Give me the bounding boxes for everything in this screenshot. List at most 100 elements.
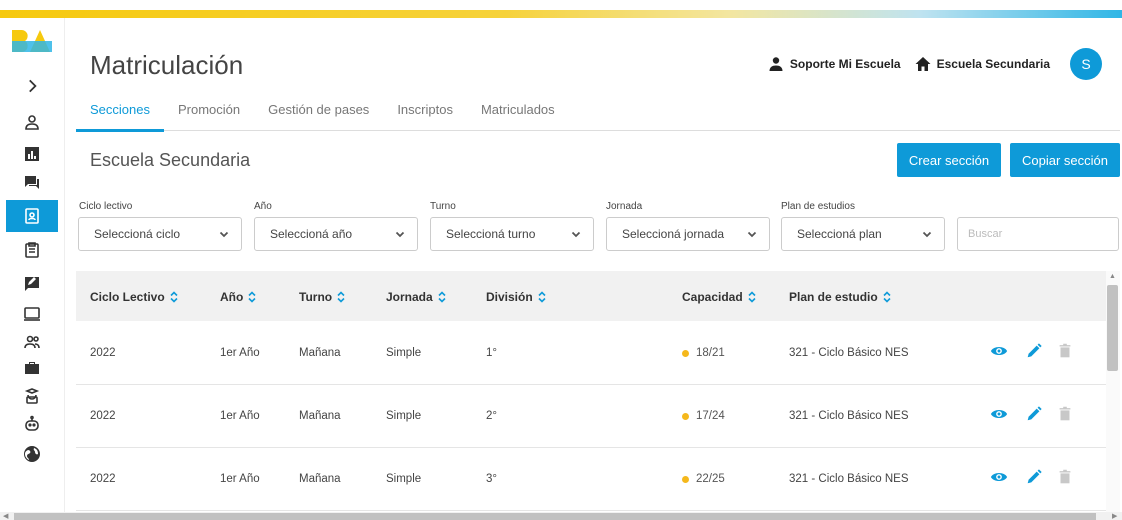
expand-sidebar-icon[interactable] — [20, 74, 44, 98]
column-label: División — [486, 290, 533, 304]
jornada-select[interactable]: Seleccioná jornada — [606, 217, 770, 251]
edit-icon[interactable] — [1024, 341, 1044, 361]
avatar[interactable]: S — [1070, 48, 1102, 80]
tab-bar: Secciones Promoción Gestión de pases Ins… — [76, 98, 1120, 132]
view-icon[interactable] — [989, 467, 1009, 487]
capacity-value: 17/24 — [696, 410, 725, 422]
capacity-status-dot — [682, 475, 689, 483]
sort-icon — [538, 291, 546, 303]
school-link[interactable]: Escuela Secundaria — [937, 57, 1050, 71]
column-turno[interactable]: Turno — [299, 290, 345, 304]
sort-icon — [438, 291, 446, 303]
edit-icon[interactable] — [1024, 404, 1044, 424]
filter-label-plan: Plan de estudios — [781, 201, 855, 212]
scroll-left-arrow[interactable]: ◀ — [3, 512, 8, 520]
user-bar: Soporte Mi Escuela Escuela Secundaria S — [768, 48, 1102, 80]
tab-gestion-de-pases[interactable]: Gestión de pases — [254, 98, 383, 129]
chat-icon[interactable] — [20, 170, 44, 194]
cell-ciclo: 2022 — [90, 410, 116, 422]
tab-secciones[interactable]: Secciones — [76, 98, 164, 132]
cell-plan: 321 - Ciclo Básico NES — [789, 347, 909, 359]
column-label: Plan de estudio — [789, 290, 878, 304]
column-capacidad[interactable]: Capacidad — [682, 290, 756, 304]
briefcase-icon[interactable] — [20, 356, 44, 380]
cell-turno: Mañana — [299, 347, 341, 359]
capacity-status-dot — [682, 349, 689, 357]
sidebar-item-matriculacion[interactable] — [6, 200, 58, 232]
create-section-button[interactable]: Crear sección — [897, 143, 1001, 177]
tab-promocion[interactable]: Promoción — [164, 98, 254, 129]
column-label: Ciclo Lectivo — [90, 290, 165, 304]
person-icon — [769, 57, 783, 71]
cell-anio: 1er Año — [220, 347, 260, 359]
anio-select-value: Seleccioná año — [270, 227, 353, 241]
capacity-status-dot — [682, 412, 689, 420]
chevron-down-icon — [219, 231, 229, 238]
ciclo-select-value: Seleccioná ciclo — [94, 227, 181, 241]
ba-logo[interactable] — [10, 28, 54, 54]
cell-capacidad: 18/21 — [682, 347, 725, 359]
column-label: Turno — [299, 290, 333, 304]
chevron-down-icon — [747, 231, 757, 238]
message-edit-icon[interactable] — [20, 272, 44, 296]
filter-label-turno: Turno — [430, 201, 456, 212]
sections-table: Ciclo Lectivo Año Turno Jornada División… — [76, 271, 1106, 514]
cell-division: 2° — [486, 410, 497, 422]
chevron-down-icon — [395, 231, 405, 238]
edit-icon[interactable] — [1024, 467, 1044, 487]
cell-turno: Mañana — [299, 473, 341, 485]
scroll-right-arrow[interactable]: ▶ — [1112, 512, 1117, 520]
sort-icon — [170, 291, 178, 303]
delete-icon[interactable] — [1055, 467, 1075, 487]
monitor-icon[interactable] — [20, 302, 44, 326]
sort-icon — [337, 291, 345, 303]
id-badge-icon — [25, 208, 39, 224]
sort-icon — [883, 291, 891, 303]
cell-jornada: Simple — [386, 473, 422, 485]
filter-label-jornada: Jornada — [606, 201, 643, 212]
filter-label-anio: Año — [254, 201, 272, 212]
delete-icon[interactable] — [1055, 404, 1075, 424]
delete-icon[interactable] — [1055, 341, 1075, 361]
cell-capacidad: 17/24 — [682, 410, 725, 422]
turno-select[interactable]: Seleccioná turno — [430, 217, 594, 251]
bar-chart-icon[interactable] — [20, 142, 44, 166]
column-division[interactable]: División — [486, 290, 546, 304]
user-icon[interactable] — [20, 110, 44, 134]
top-accent-bar — [0, 10, 1122, 18]
table-header: Ciclo Lectivo Año Turno Jornada División… — [76, 271, 1106, 321]
vertical-scrollbar-thumb[interactable] — [1107, 285, 1118, 371]
student-icon[interactable] — [20, 384, 44, 408]
column-ciclo-lectivo[interactable]: Ciclo Lectivo — [90, 290, 178, 304]
table-row: 2022 1er Año Mañana Simple 3° 22/25 321 … — [76, 447, 1106, 511]
cell-plan: 321 - Ciclo Básico NES — [789, 410, 909, 422]
scroll-up-arrow[interactable]: ▲ — [1109, 273, 1116, 280]
sort-icon — [248, 291, 256, 303]
horizontal-scrollbar-thumb[interactable] — [14, 513, 1096, 520]
ciclo-select[interactable]: Seleccioná ciclo — [78, 217, 242, 251]
column-anio[interactable]: Año — [220, 290, 256, 304]
tab-inscriptos[interactable]: Inscriptos — [383, 98, 467, 129]
globe-icon[interactable] — [20, 442, 44, 466]
table-row: 2022 1er Año Mañana Simple 2° 17/24 321 … — [76, 384, 1106, 448]
turno-select-value: Seleccioná turno — [446, 227, 536, 241]
support-link[interactable]: Soporte Mi Escuela — [790, 57, 901, 71]
tab-matriculados[interactable]: Matriculados — [467, 98, 569, 129]
plan-select[interactable]: Seleccioná plan — [781, 217, 945, 251]
view-icon[interactable] — [989, 341, 1009, 361]
search-input[interactable] — [957, 217, 1119, 251]
capacity-value: 22/25 — [696, 473, 725, 485]
anio-select[interactable]: Seleccioná año — [254, 217, 418, 251]
home-icon — [915, 57, 931, 71]
cell-plan: 321 - Ciclo Básico NES — [789, 473, 909, 485]
clipboard-icon[interactable] — [20, 238, 44, 262]
view-icon[interactable] — [989, 404, 1009, 424]
sort-icon — [748, 291, 756, 303]
column-plan-de-estudio[interactable]: Plan de estudio — [789, 290, 891, 304]
users-icon[interactable] — [20, 330, 44, 354]
robot-icon[interactable] — [20, 412, 44, 436]
column-label: Año — [220, 290, 244, 304]
copy-section-button[interactable]: Copiar sección — [1010, 143, 1120, 177]
column-jornada[interactable]: Jornada — [386, 290, 446, 304]
cell-ciclo: 2022 — [90, 473, 116, 485]
